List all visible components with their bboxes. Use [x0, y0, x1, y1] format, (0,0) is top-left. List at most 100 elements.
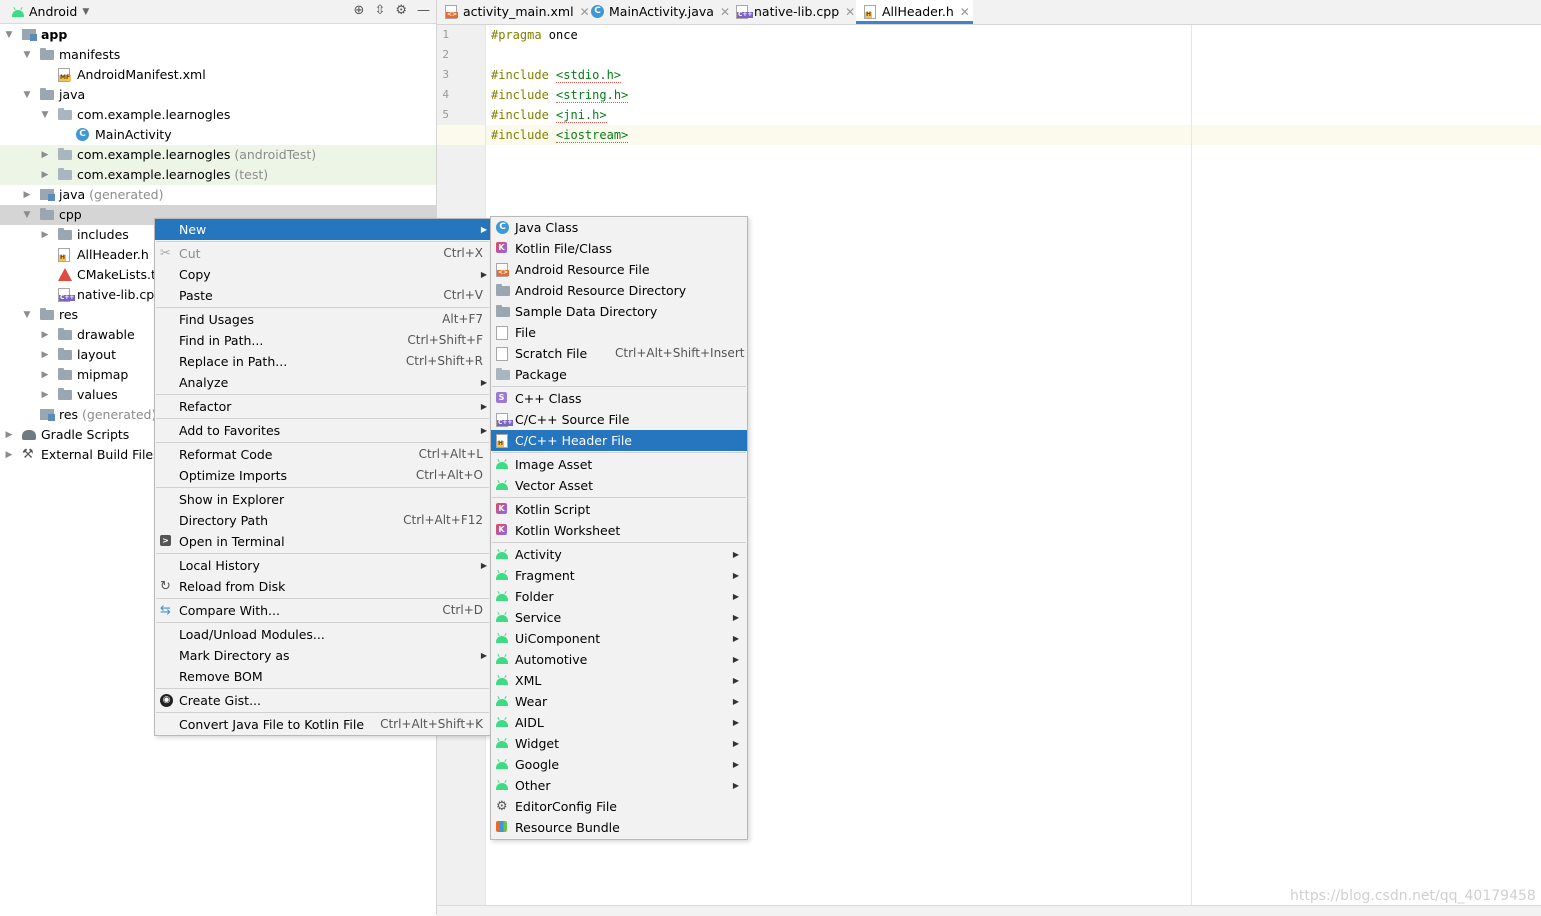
menu-item-kotlin-worksheet[interactable]: K Kotlin Worksheet — [491, 520, 747, 541]
chevron-right-icon[interactable]: ▶ — [40, 145, 50, 165]
menu-item-c-class[interactable]: S C++ Class — [491, 388, 747, 409]
chevron-down-icon[interactable]: ▼ — [4, 25, 14, 45]
menu-item-editorconfig-file[interactable]: ⚙ EditorConfig File — [491, 796, 747, 817]
menu-item-refactor[interactable]: Refactor ▶ — [155, 396, 490, 417]
code-keyword: #include — [491, 128, 549, 142]
gear-icon[interactable]: ⚙ — [395, 3, 407, 18]
collapse-all-icon[interactable]: ⇳ — [374, 3, 385, 18]
menu-item-reformat-code[interactable]: Reformat Code Ctrl+Alt+L — [155, 444, 490, 465]
menu-item-convert-java-file-to-kotlin-file[interactable]: Convert Java File to Kotlin File Ctrl+Alt… — [155, 714, 490, 735]
menu-item-folder[interactable]: Folder ▶ — [491, 586, 747, 607]
tree-item-label: External Build Files — [41, 445, 160, 465]
menu-item-kotlin-script[interactable]: K Kotlin Script — [491, 499, 747, 520]
menu-item-show-in-explorer[interactable]: Show in Explorer — [155, 489, 490, 510]
menu-item-kotlin-file-class[interactable]: K Kotlin File/Class — [491, 238, 747, 259]
tree-item-label: cpp — [59, 205, 82, 225]
chevron-right-icon[interactable]: ▶ — [4, 445, 14, 465]
view-mode-selector[interactable]: Android ▼ — [12, 4, 89, 19]
menu-item-file[interactable]: File — [491, 322, 747, 343]
chevron-right-icon: ▶ — [732, 550, 739, 559]
chevron-down-icon[interactable]: ▼ — [22, 305, 32, 325]
tab-mainactivity-java[interactable]: C MainActivity.java ✕ — [583, 0, 730, 24]
chevron-down-icon[interactable]: ▼ — [40, 105, 50, 125]
menu-item-widget[interactable]: Widget ▶ — [491, 733, 747, 754]
code-include-path: <stdio.h> — [556, 68, 622, 83]
menu-item-fragment[interactable]: Fragment ▶ — [491, 565, 747, 586]
chevron-right-icon: ▶ — [480, 402, 487, 411]
chevron-right-icon[interactable]: ▶ — [22, 185, 32, 205]
menu-item-uicomponent[interactable]: UiComponent ▶ — [491, 628, 747, 649]
menu-item-label: New — [179, 222, 207, 237]
menu-item-directory-path[interactable]: Directory Path Ctrl+Alt+F12 — [155, 510, 490, 531]
menu-item-new[interactable]: New ▶ — [155, 219, 490, 240]
menu-item-scratch-file[interactable]: Scratch File Ctrl+Alt+Shift+Insert — [491, 343, 747, 364]
chevron-right-icon[interactable]: ▶ — [40, 165, 50, 185]
menu-item-c-c-source-file[interactable]: C++ C/C++ Source File — [491, 409, 747, 430]
chevron-right-icon[interactable]: ▶ — [40, 345, 50, 365]
menu-item-label: Scratch File — [515, 346, 588, 361]
menu-item-add-to-favorites[interactable]: Add to Favorites ▶ — [155, 420, 490, 441]
tree-item[interactable]: ▼ app — [0, 25, 436, 45]
chevron-right-icon[interactable]: ▶ — [4, 425, 14, 445]
tree-item[interactable]: ▶ com.example.learnogles (androidTest) — [0, 145, 436, 165]
menu-item-copy[interactable]: Copy ▶ — [155, 264, 490, 285]
menu-item-reload-from-disk[interactable]: ↻ Reload from Disk — [155, 576, 490, 597]
menu-item-android-resource-directory[interactable]: Android Resource Directory — [491, 280, 747, 301]
menu-item-create-gist[interactable]: ◉ Create Gist... — [155, 690, 490, 711]
menu-item-package[interactable]: Package — [491, 364, 747, 385]
chevron-right-icon[interactable]: ▶ — [40, 385, 50, 405]
menu-item-load-unload-modules[interactable]: Load/Unload Modules... — [155, 624, 490, 645]
menu-item-optimize-imports[interactable]: Optimize Imports Ctrl+Alt+O — [155, 465, 490, 486]
chevron-right-icon[interactable]: ▶ — [40, 365, 50, 385]
menu-item-paste[interactable]: Paste Ctrl+V — [155, 285, 490, 306]
tree-item[interactable]: C MainActivity — [0, 125, 436, 145]
menu-item-xml[interactable]: XML ▶ — [491, 670, 747, 691]
tab-native-lib-cpp[interactable]: C++ native-lib.cpp ✕ — [728, 0, 856, 24]
menu-item-cut[interactable]: ✂ Cut Ctrl+X — [155, 243, 490, 264]
menu-item-aidl[interactable]: AIDL ▶ — [491, 712, 747, 733]
menu-item-vector-asset[interactable]: Vector Asset — [491, 475, 747, 496]
tree-item[interactable]: MF AndroidManifest.xml — [0, 65, 436, 85]
menu-item-image-asset[interactable]: Image Asset — [491, 454, 747, 475]
chevron-right-icon[interactable]: ▶ — [40, 325, 50, 345]
menu-item-java-class[interactable]: C Java Class — [491, 217, 747, 238]
menu-item-remove-bom[interactable]: Remove BOM — [155, 666, 490, 687]
tab-allheader-h[interactable]: H AllHeader.h ✕ — [856, 0, 973, 24]
menu-item-replace-in-path[interactable]: Replace in Path... Ctrl+Shift+R — [155, 351, 490, 372]
tree-item-label: MainActivity — [95, 125, 172, 145]
menu-item-google[interactable]: Google ▶ — [491, 754, 747, 775]
menu-item-find-usages[interactable]: Find Usages Alt+F7 — [155, 309, 490, 330]
menu-item-wear[interactable]: Wear ▶ — [491, 691, 747, 712]
menu-item-automotive[interactable]: Automotive ▶ — [491, 649, 747, 670]
menu-separator — [492, 542, 746, 543]
chevron-right-icon[interactable]: ▶ — [40, 225, 50, 245]
menu-item-open-in-terminal[interactable]: > Open in Terminal — [155, 531, 490, 552]
menu-item-service[interactable]: Service ▶ — [491, 607, 747, 628]
menu-item-compare-with[interactable]: ⇆ Compare With... Ctrl+D — [155, 600, 490, 621]
menu-item-find-in-path[interactable]: Find in Path... Ctrl+Shift+F — [155, 330, 490, 351]
tree-item[interactable]: ▶ java (generated) — [0, 185, 436, 205]
menu-item-sample-data-directory[interactable]: Sample Data Directory — [491, 301, 747, 322]
chevron-down-icon[interactable]: ▼ — [22, 205, 32, 225]
menu-item-activity[interactable]: Activity ▶ — [491, 544, 747, 565]
menu-item-android-resource-file[interactable]: <> Android Resource File — [491, 259, 747, 280]
tab-activity-main-xml[interactable]: <> activity_main.xml ✕ — [437, 0, 590, 24]
close-icon[interactable]: ✕ — [960, 5, 970, 19]
menu-item-analyze[interactable]: Analyze ▶ — [155, 372, 490, 393]
menu-item-c-c-header-file[interactable]: H C/C++ Header File — [491, 430, 747, 451]
close-icon[interactable]: ✕ — [845, 5, 855, 19]
menu-item-other[interactable]: Other ▶ — [491, 775, 747, 796]
tree-item-label: drawable — [77, 325, 135, 345]
tree-item[interactable]: ▼ manifests — [0, 45, 436, 65]
menu-item-shortcut: Ctrl+Alt+Shift+Insert — [615, 346, 745, 360]
menu-item-mark-directory-as[interactable]: Mark Directory as ▶ — [155, 645, 490, 666]
chevron-down-icon[interactable]: ▼ — [22, 85, 32, 105]
tree-item[interactable]: ▼ com.example.learnogles — [0, 105, 436, 125]
tree-item[interactable]: ▼ java — [0, 85, 436, 105]
menu-item-local-history[interactable]: Local History ▶ — [155, 555, 490, 576]
locate-icon[interactable]: ⊕ — [354, 3, 365, 18]
tree-item[interactable]: ▶ com.example.learnogles (test) — [0, 165, 436, 185]
chevron-down-icon[interactable]: ▼ — [22, 45, 32, 65]
menu-item-resource-bundle[interactable]: Resource Bundle — [491, 817, 747, 838]
hide-icon[interactable]: — — [417, 3, 430, 18]
